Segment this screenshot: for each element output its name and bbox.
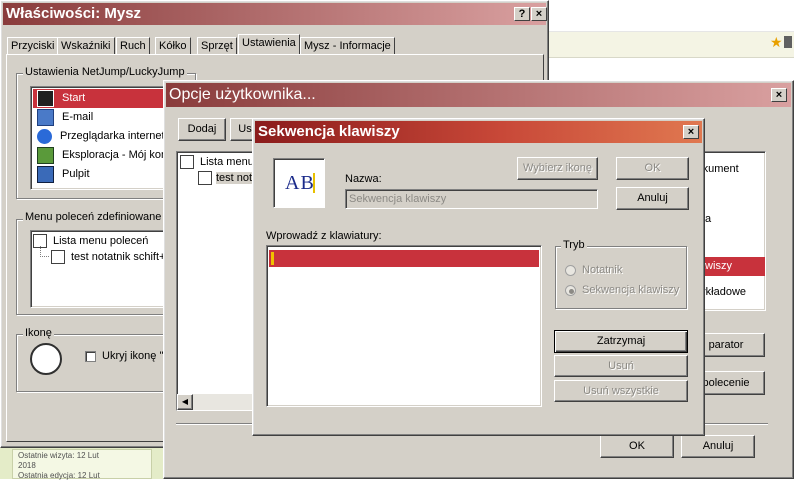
tab-wskazniki[interactable]: Wskaźniki — [57, 37, 115, 54]
scroll-left-button[interactable]: ◀ — [177, 394, 193, 410]
bookmark-icon[interactable] — [784, 36, 792, 48]
options-cancel-button[interactable]: Anuluj — [681, 435, 755, 458]
help-button[interactable]: ? — [514, 7, 530, 21]
netjump-group-label: Ustawienia NetJump/LuckyJump — [23, 66, 187, 78]
browser-toolbar — [548, 0, 794, 32]
tab-ustawienia[interactable]: Ustawienia — [238, 34, 300, 54]
hide-icon-checkbox[interactable] — [85, 351, 96, 362]
keyboard-input-area[interactable] — [266, 245, 542, 407]
last-visit-text: Ostatnie wizyta: 12 Lut — [18, 451, 99, 460]
mouse-window-titlebar: Właściwości: Mysz ? × — [3, 3, 547, 25]
mode-group-label: Tryb — [561, 239, 587, 251]
name-label: Nazwa: — [345, 173, 382, 185]
ab-icon: AB — [285, 172, 315, 194]
stop-button[interactable]: Zatrzymaj — [554, 330, 688, 353]
options-window-title: Opcje użytkownika... — [169, 86, 316, 103]
options-tree-scrollbar[interactable]: ◀ — [177, 394, 255, 410]
desktop-icon — [37, 165, 54, 183]
caret — [271, 252, 274, 265]
list-icon — [198, 171, 212, 186]
tab-kolko[interactable]: Kółko — [155, 37, 191, 54]
mouse-window-title: Właściwości: Mysz — [6, 5, 142, 22]
options-close-button[interactable]: × — [771, 88, 787, 102]
last-visit-year: 2018 — [18, 461, 36, 470]
tree-connector — [40, 246, 49, 257]
email-icon — [37, 108, 54, 126]
options-ok-button[interactable]: OK — [600, 435, 674, 458]
delete-button[interactable]: Usuń — [554, 355, 688, 377]
delete-all-button[interactable]: Usuń wszystkie — [554, 380, 688, 402]
mouse-icon — [30, 343, 62, 375]
text-cursor-icon — [313, 173, 315, 193]
key-entry-row[interactable] — [269, 250, 539, 267]
list-icon — [180, 155, 194, 170]
mode-notepad-label: Notatnik — [582, 264, 623, 276]
command-menu-group-label: Menu poleceń zdefiniowane p — [23, 211, 173, 223]
mode-group — [555, 246, 687, 309]
tab-ruch[interactable]: Ruch — [116, 37, 150, 54]
dialog-cancel-button[interactable]: Anuluj — [616, 187, 689, 210]
dialog-titlebar: Sekwencja klawiszy × — [255, 121, 702, 143]
options-tree: Lista menu test not ◀ — [176, 151, 256, 411]
item-icon-preview: AB — [273, 158, 325, 208]
mode-notepad-radio[interactable] — [565, 265, 576, 276]
background-page-left: Ostatnie wizyta: 12 Lut 2018 Ostatnia ed… — [0, 445, 170, 480]
dialog-title: Sekwencja klawiszy — [258, 123, 400, 140]
keyboard-input-label: Wprowadź z klawiatury: — [266, 230, 382, 242]
list-icon — [51, 250, 65, 265]
mode-sequence-radio[interactable] — [565, 285, 576, 296]
dialog-close-button[interactable]: × — [683, 125, 699, 139]
mode-sequence-label: Sekwencja klawiszy — [582, 284, 680, 296]
tree-child[interactable]: test notatnik schift+F — [51, 248, 172, 267]
choose-icon-button[interactable]: Wybierz ikonę — [517, 157, 598, 180]
dialog-ok-button[interactable]: OK — [616, 157, 689, 180]
icon-group-label: Ikonę — [23, 327, 54, 339]
star-icon[interactable]: ★ — [770, 34, 784, 50]
add-button[interactable]: Dodaj — [178, 118, 226, 141]
close-button[interactable]: × — [531, 7, 547, 21]
list-item-browser[interactable]: Przeglądarka internetowa — [33, 127, 185, 146]
radio-dot — [569, 289, 574, 294]
tab-sprzet[interactable]: Sprzęt — [197, 37, 237, 54]
key-sequence-dialog: Sekwencja klawiszy × AB Nazwa: Sekwencja… — [252, 118, 705, 436]
computer-icon — [37, 146, 54, 164]
name-input[interactable]: Sekwencja klawiszy — [345, 189, 598, 209]
tab-przyciski[interactable]: Przyciski — [7, 37, 59, 54]
browser-bar — [548, 32, 794, 58]
hide-icon-label: Ukryj ikonę " — [102, 350, 164, 362]
tab-mysz-informacje[interactable]: Mysz - Informacje — [300, 37, 395, 54]
start-icon — [37, 89, 54, 107]
options-tree-child[interactable]: test not — [198, 169, 253, 188]
list-item-desktop[interactable]: Pulpit — [33, 165, 90, 184]
internet-explorer-icon — [37, 128, 52, 144]
list-item-email[interactable]: E-mail — [33, 108, 93, 127]
options-window-titlebar: Opcje użytkownika... × — [166, 83, 791, 107]
